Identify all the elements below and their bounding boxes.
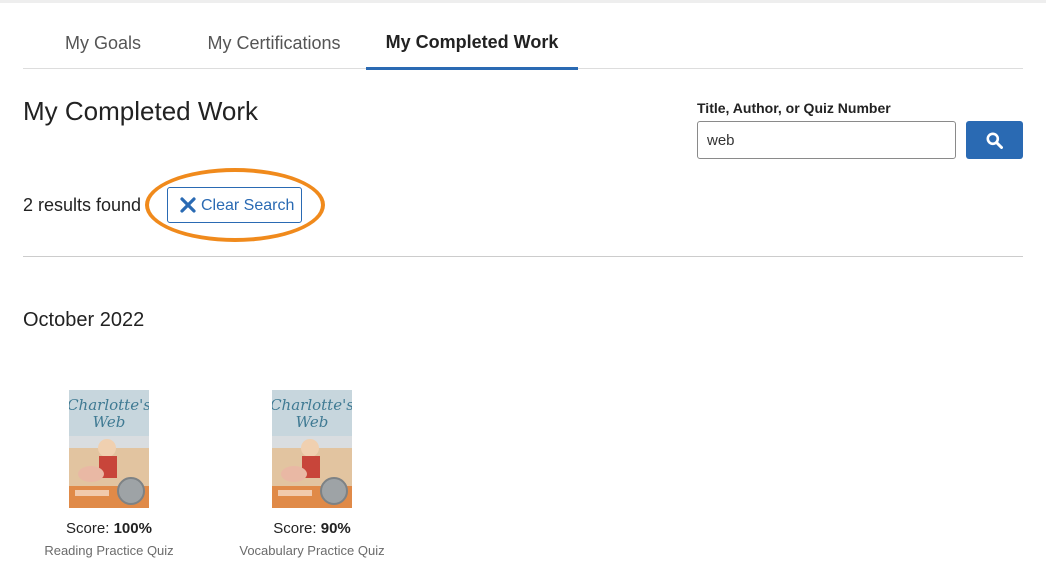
close-icon: [180, 197, 196, 213]
clear-search-button[interactable]: Clear Search: [167, 187, 302, 223]
score: Score: 90%: [232, 520, 392, 537]
month-heading: October 2022: [23, 309, 145, 331]
svg-text:Charlotte's: Charlotte's: [69, 396, 149, 414]
svg-text:Charlotte's: Charlotte's: [272, 396, 352, 414]
svg-text:Web: Web: [296, 413, 329, 431]
book-cover-image[interactable]: Charlotte's Web: [69, 390, 149, 508]
svg-text:Web: Web: [93, 413, 126, 431]
completed-work-card: Charlotte's Web Score: 100% Reading Prac…: [29, 390, 189, 558]
score-value: 100%: [113, 520, 152, 537]
quiz-type: Reading Practice Quiz: [44, 543, 174, 558]
tab-label: My Completed Work: [385, 32, 559, 52]
search-input[interactable]: [697, 121, 956, 159]
tab-my-certifications[interactable]: My Certifications: [193, 24, 355, 68]
score-label: Score:: [66, 520, 110, 537]
score: Score: 100%: [29, 520, 189, 537]
top-border: [0, 0, 1046, 3]
score-value: 90%: [320, 520, 351, 537]
search-label: Title, Author, or Quiz Number: [697, 100, 891, 116]
search-icon: [986, 132, 1003, 149]
search-button[interactable]: [966, 121, 1023, 159]
page-title: My Completed Work: [23, 96, 259, 126]
book-cover-image[interactable]: Charlotte's Web: [272, 390, 352, 508]
active-tab-indicator: [366, 67, 578, 70]
completed-work-card: Charlotte's Web Score: 90% Vocabulary Pr…: [232, 390, 392, 558]
tab-my-goals[interactable]: My Goals: [23, 24, 183, 68]
divider: [23, 256, 1023, 257]
clear-search-label: Clear Search: [201, 197, 295, 214]
score-label: Score:: [273, 520, 317, 537]
tab-my-completed-work[interactable]: My Completed Work: [366, 24, 578, 70]
results-count: 2 results found: [23, 195, 142, 215]
tab-bar: My Goals My Certifications My Completed …: [23, 24, 1023, 70]
quiz-type: Vocabulary Practice Quiz: [239, 543, 385, 558]
